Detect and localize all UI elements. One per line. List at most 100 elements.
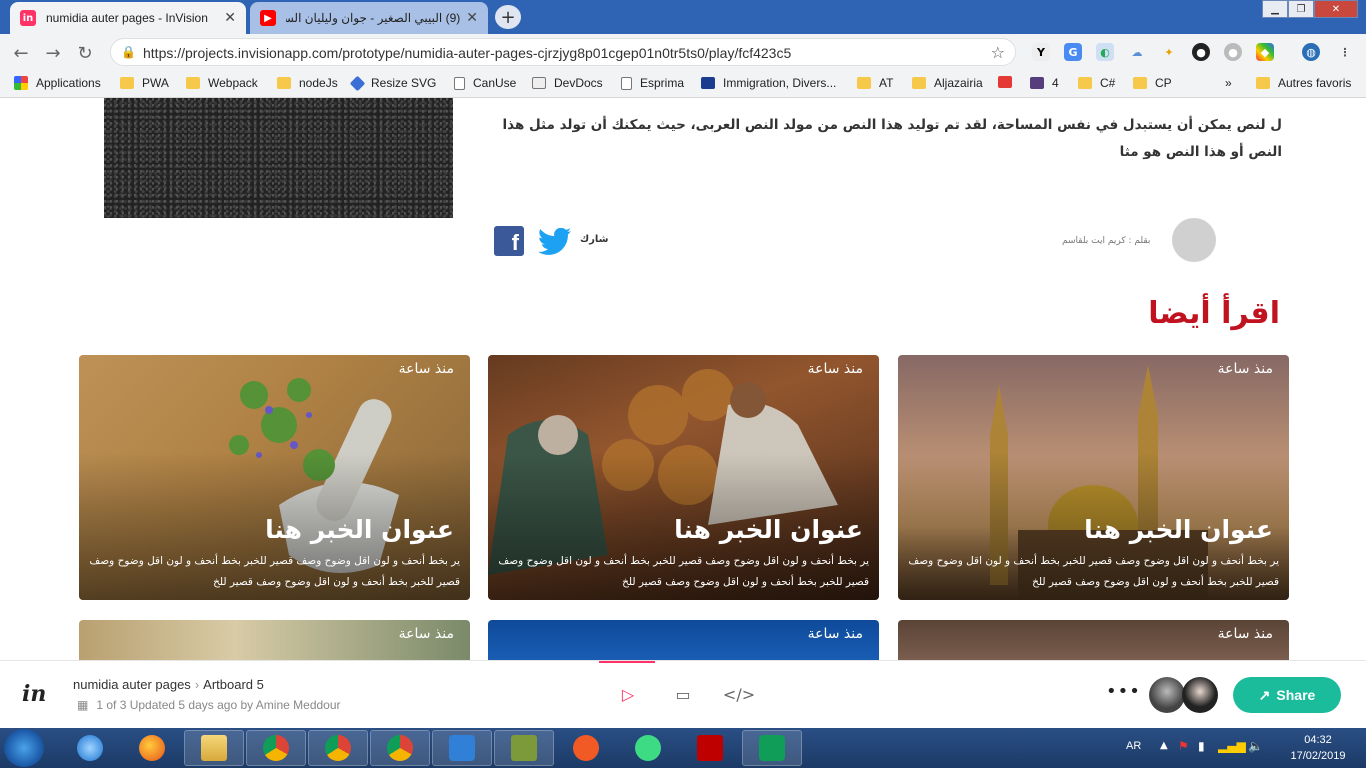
signal-icon[interactable]: ▂▄▆ [1218,739,1246,753]
author-byline: بقلم : كريم ايت بلقاسم [1062,236,1151,246]
git-icon[interactable] [494,730,554,766]
chrome-icon[interactable] [370,730,430,766]
news-card[interactable]: منذ ساعة [79,620,470,660]
bookmark-canuse[interactable]: CanUse [454,76,516,90]
card-time: منذ ساعة [807,361,863,377]
progress-indicator [599,661,655,663]
close-tab-icon[interactable]: ✕ [466,10,478,26]
card-time: منذ ساعة [1217,626,1273,642]
hangouts-icon[interactable] [742,730,802,766]
grid-icon[interactable]: ▦ [77,698,88,712]
news-card[interactable]: منذ ساعة عنوان الخبر هنا ير بخط أنحف و ل… [488,355,879,600]
page-icon [454,76,465,90]
card-title[interactable]: عنوان الخبر هنا [674,515,863,544]
tab-invision[interactable]: in numidia auter pages - InVision ✕ [10,2,246,34]
twitter-icon[interactable] [538,228,572,256]
network-icon[interactable]: ▮ [1198,739,1205,753]
bookmark-aljazairia[interactable]: Aljazairia [912,76,983,90]
vscode-icon[interactable] [432,730,492,766]
bookmark-cp[interactable]: CP [1133,76,1172,90]
breadcrumb: numidia auter pages › Artboard 5 [73,677,264,692]
bookmark-label: Applications [36,76,101,90]
bookmark-devdocs[interactable]: DevDocs [532,76,603,90]
artboard-name[interactable]: Artboard 5 [203,677,264,692]
bootstrap-icon [1030,77,1044,89]
news-card[interactable]: منذ ساعة [898,620,1289,660]
bookmark-c[interactable] [998,76,1020,88]
facebook-icon[interactable]: f [494,226,524,256]
language-indicator[interactable]: AR [1126,740,1141,752]
maximize-button[interactable]: ❐ [1288,0,1314,18]
volume-icon[interactable]: 🔈 [1248,739,1263,753]
menu-icon[interactable]: ⋮ [1336,43,1354,61]
invision-logo[interactable]: in [22,681,46,707]
news-card[interactable]: منذ ساعة عنوان الخبر هنا ير بخط أنحف و ل… [898,355,1289,600]
translate-extension-icon[interactable]: G [1064,43,1082,61]
address-bar[interactable]: 🔒 https://projects.invisionapp.com/proto… [110,38,1016,66]
back-icon[interactable]: ← [10,42,32,64]
profile-avatar[interactable]: ◍ [1302,43,1320,61]
more-bookmarks-icon[interactable]: » [1225,76,1232,90]
preview-play-icon[interactable]: ▷ [617,683,639,705]
folder-icon [1256,77,1270,89]
collaborator-avatar[interactable] [1149,677,1185,713]
forward-icon[interactable]: → [42,42,64,64]
bookmark-label: PWA [142,76,169,90]
y-extension-icon[interactable]: Y [1032,43,1050,61]
bookmark-immigration[interactable]: Immigration, Divers... [701,76,836,90]
tab-title: (9) البيبي الصغير - جوان وليليان السيلاو… [286,11,461,25]
bookmark-4[interactable]: 4 [1030,76,1059,90]
minimize-button[interactable]: ▁ [1262,0,1288,18]
reload-icon[interactable]: ↻ [74,42,96,64]
android-studio-icon[interactable] [618,730,678,766]
bookmark-label: Resize SVG [371,76,437,90]
ie-icon[interactable] [60,730,120,766]
comment-icon[interactable]: ▭ [672,683,694,705]
bookmark-applications[interactable]: Applications [14,76,101,90]
bookmark-resize-svg[interactable]: Resize SVG [349,75,437,91]
chrome-icon[interactable] [308,730,368,766]
bookmark-webpack[interactable]: Webpack [186,76,258,90]
codepen-icon [998,76,1012,88]
extension-icon[interactable]: ◐ [1096,43,1114,61]
explorer-icon[interactable] [184,730,244,766]
clock[interactable]: 04:32 17/02/2019 [1276,732,1360,764]
bookmark-at[interactable]: AT [857,76,893,90]
news-card[interactable]: منذ ساعة [488,620,879,660]
extension-icon[interactable]: ● [1224,43,1242,61]
share-button[interactable]: ↗ Share [1233,677,1341,713]
bookmark-nodejs[interactable]: nodeJs [277,76,338,90]
tab-youtube[interactable]: ▶ (9) البيبي الصغير - جوان وليليان السيل… [250,2,488,34]
new-tab-button[interactable]: + [495,5,521,29]
filezilla-icon[interactable] [680,730,740,766]
bookmark-csharp[interactable]: C# [1078,76,1115,90]
more-options-icon[interactable]: ••• [1106,681,1141,702]
project-name[interactable]: numidia auter pages [73,677,191,692]
folder-icon [912,77,926,89]
url-text[interactable]: https://projects.invisionapp.com/prototy… [143,45,791,61]
bookmark-other[interactable]: Autres favoris [1256,76,1351,90]
extension-icon[interactable]: ◆ [1256,43,1274,61]
sketch-icon[interactable] [556,730,616,766]
card-title[interactable]: عنوان الخبر هنا [265,515,454,544]
start-button[interactable] [4,729,44,767]
close-window-button[interactable]: ✕ [1314,0,1358,18]
chrome-icon[interactable] [246,730,306,766]
news-card[interactable]: منذ ساعة عنوان الخبر هنا ير بخط أنحف و ل… [79,355,470,600]
bookmark-star-icon[interactable]: ☆ [991,43,1005,62]
cloud-extension-icon[interactable]: ☁ [1128,43,1146,61]
bookmark-pwa[interactable]: PWA [120,76,169,90]
color-picker-extension-icon[interactable]: ● [1192,43,1210,61]
card-title[interactable]: عنوان الخبر هنا [1084,515,1273,544]
collaborator-avatar[interactable] [1182,677,1218,713]
tray-arrow-icon[interactable]: ▲ [1160,740,1168,751]
bulb-extension-icon[interactable]: ✦ [1160,43,1178,61]
bookmark-label: AT [879,76,894,90]
flag-icon[interactable]: ⚑ [1178,739,1189,753]
close-tab-icon[interactable]: ✕ [224,10,236,26]
bookmark-esprima[interactable]: Esprima [621,76,684,90]
firefox-icon[interactable] [122,730,182,766]
bookmark-label: Autres favoris [1278,76,1352,90]
inspect-code-icon[interactable]: </> [723,683,755,705]
share-button-label: Share [1276,687,1316,703]
